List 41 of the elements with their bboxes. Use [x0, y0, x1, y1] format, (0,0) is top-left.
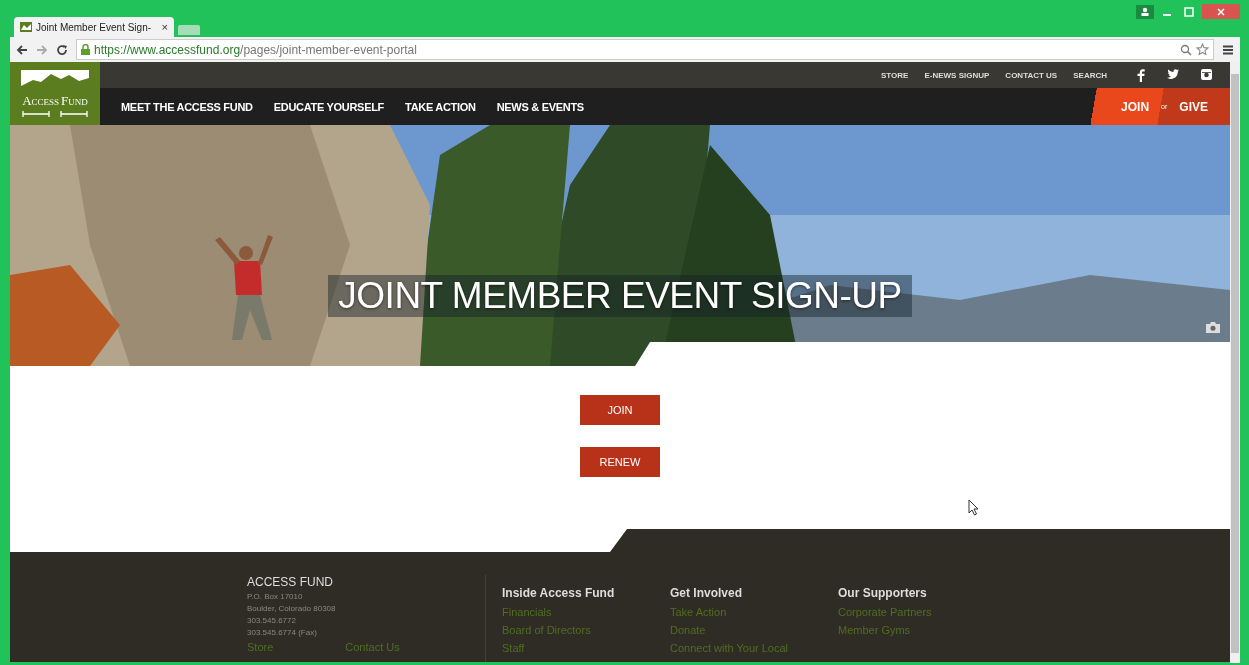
address-line: P.O. Box 17010 [247, 592, 304, 601]
nav-item[interactable]: TAKE ACTION [405, 100, 476, 113]
address-bar[interactable]: https://www.accessfund.org/pages/joint-member-event-portal [76, 39, 1214, 60]
nav-item[interactable]: NEWS & EVENTS [496, 100, 584, 113]
nav-item[interactable]: MEET THE ACCESS FUND [121, 100, 253, 113]
zoom-icon[interactable] [1180, 43, 1192, 56]
menu-icon[interactable] [1222, 44, 1234, 55]
action-button[interactable]: JOIN [580, 395, 660, 425]
favicon-icon [20, 22, 32, 32]
tab-title: Joint Member Event Sign- [36, 21, 152, 33]
logo[interactable]: AccessFund [10, 62, 100, 125]
join-link[interactable]: JOIN [1121, 99, 1150, 114]
reload-icon[interactable] [56, 43, 68, 56]
utility-link[interactable]: STORE [881, 70, 909, 80]
org-name: ACCESS FUND [247, 575, 334, 589]
bird-icon[interactable] [1167, 68, 1179, 79]
browser-tab[interactable]: Joint Member Event Sign- × [14, 17, 174, 37]
utility-link[interactable]: SEARCH [1073, 70, 1107, 80]
nav-item[interactable]: EDUCATE YOURSELF [273, 100, 385, 113]
give-link[interactable]: GIVE [1179, 99, 1208, 114]
cursor-icon [968, 499, 980, 516]
facebook-icon[interactable] [1137, 68, 1145, 82]
action-button[interactable]: RENEW [580, 447, 660, 477]
address-line: Boulder, Colorado 80308 [247, 604, 337, 613]
star-icon[interactable] [1196, 43, 1209, 56]
address-line: 303.545.6774 (Fax) [247, 628, 318, 637]
utility-link[interactable]: CONTACT US [1005, 70, 1058, 80]
column-heading: Our Supporters [838, 586, 928, 600]
close-icon [1217, 7, 1225, 16]
back-icon[interactable] [16, 43, 28, 56]
column-heading: Inside Access Fund [502, 586, 616, 600]
address-line: 303.545.6772 [247, 616, 297, 625]
page-title: JOINT MEMBER EVENT SIGN-UP [328, 275, 912, 317]
scrollbar[interactable] [1230, 62, 1240, 663]
column-heading: Get Involved [670, 586, 744, 600]
tab-close-icon[interactable]: × [161, 21, 168, 33]
lock-icon [81, 44, 90, 55]
utility-link[interactable]: E-NEWS SIGNUP [924, 70, 990, 80]
camera-icon[interactable] [1201, 68, 1212, 80]
close-button[interactable] [1202, 4, 1240, 19]
user-icon[interactable] [1136, 4, 1154, 19]
